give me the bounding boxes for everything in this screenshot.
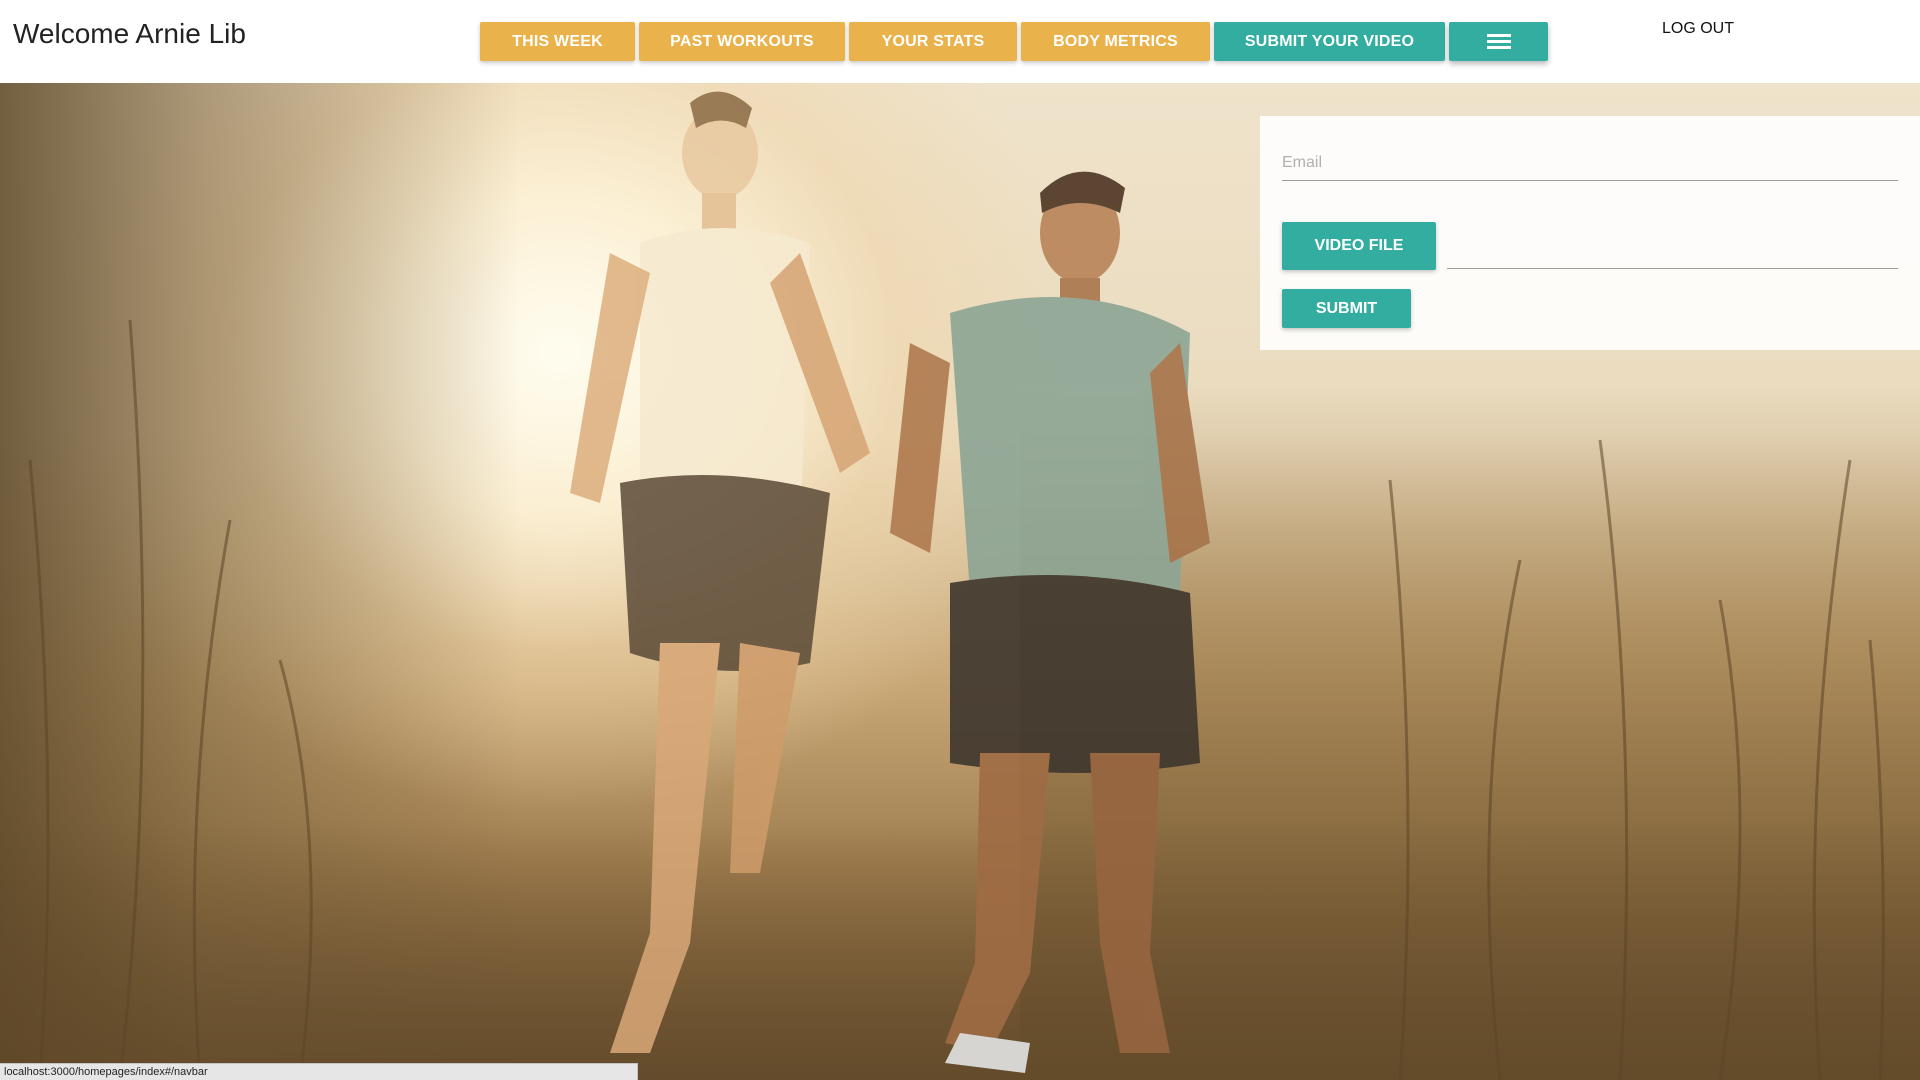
hamburger-menu-button[interactable]: [1449, 22, 1548, 61]
top-header: Welcome Arnie Lib THIS WEEK PAST WORKOUT…: [0, 0, 1920, 83]
video-file-button[interactable]: VIDEO FILE: [1282, 222, 1436, 270]
logout-link[interactable]: LOG OUT: [1662, 20, 1734, 38]
app-root: Welcome Arnie Lib THIS WEEK PAST WORKOUT…: [0, 0, 1920, 1080]
submit-button[interactable]: SUBMIT: [1282, 289, 1411, 328]
nav-body-metrics-button[interactable]: BODY METRICS: [1021, 22, 1210, 61]
hamburger-menu-icon: [1487, 34, 1511, 37]
nav-your-stats-button[interactable]: YOUR STATS: [849, 22, 1017, 61]
hamburger-menu-icon-bar-3: [1487, 46, 1511, 49]
nav-submit-your-video-button[interactable]: SUBMIT YOUR VIDEO: [1214, 22, 1445, 61]
email-field[interactable]: [1282, 146, 1898, 181]
welcome-title: Welcome Arnie Lib: [13, 18, 246, 49]
file-path-field[interactable]: [1447, 234, 1898, 269]
nav-this-week-button[interactable]: THIS WEEK: [480, 22, 635, 61]
submit-video-form: VIDEO FILE SUBMIT: [1260, 116, 1920, 350]
nav-past-workouts-button[interactable]: PAST WORKOUTS: [639, 22, 845, 61]
hamburger-menu-icon-bar-2: [1487, 40, 1511, 43]
status-bar-url: localhost:3000/homepages/index#/navbar: [0, 1063, 638, 1080]
